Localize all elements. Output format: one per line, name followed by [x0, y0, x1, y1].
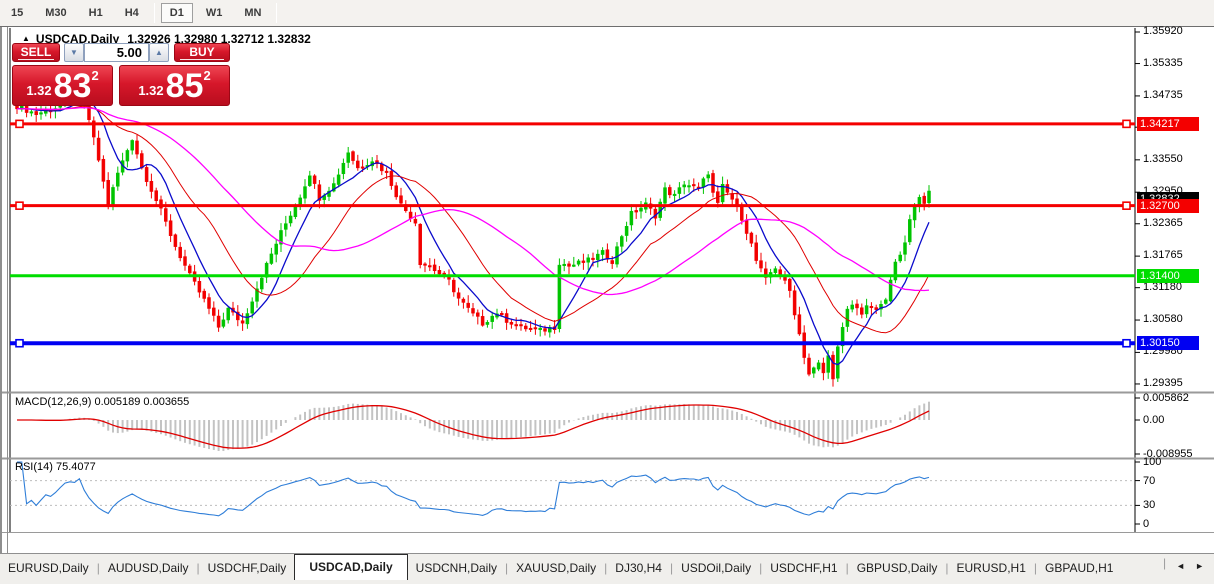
- sell-price-prefix: 1.32: [26, 83, 52, 98]
- sell-button[interactable]: SELL: [12, 43, 60, 62]
- sell-price-pip: 2: [91, 68, 99, 83]
- volume-increase-button[interactable]: ▲: [149, 43, 169, 62]
- tab-scroll-controls: | ◄ ►: [1159, 556, 1214, 580]
- chart-tab-xauusd-daily[interactable]: XAUUSD,Daily: [508, 557, 604, 580]
- chart-tab-dj30-h4[interactable]: DJ30,H4: [607, 557, 670, 580]
- timeframe-button-h4[interactable]: H4: [116, 3, 148, 23]
- timeframe-button-mn[interactable]: MN: [235, 3, 270, 23]
- sell-price-button[interactable]: 1.32 83 2: [12, 65, 113, 106]
- level-price-label: 1.32700: [1137, 199, 1199, 213]
- timeframe-button-d1[interactable]: D1: [160, 3, 193, 23]
- toolbar-separator: [276, 3, 278, 23]
- price-axis-tick: 1.31765: [1143, 249, 1183, 261]
- macd-axis-tick: 0.00: [1143, 414, 1165, 426]
- price-axis-tick: 1.30580: [1143, 313, 1183, 325]
- sell-price-main: 83: [53, 67, 92, 105]
- price-axis-tick: 1.35920: [1143, 25, 1183, 37]
- level-price-label: 1.34217: [1137, 117, 1199, 131]
- chart-tab-usdcad-daily[interactable]: USDCAD,Daily: [294, 554, 408, 580]
- buy-underline: [180, 59, 224, 60]
- buy-price-prefix: 1.32: [138, 83, 164, 98]
- sell-underline: [18, 59, 54, 60]
- price-axis-tick: 1.33550: [1143, 153, 1183, 165]
- scroll-tabs-right-button[interactable]: ►: [1195, 561, 1204, 571]
- chart-tab-usdcnh-daily[interactable]: USDCNH,Daily: [408, 557, 505, 580]
- chart-tab-usdchf-h1[interactable]: USDCHF,H1: [762, 557, 845, 580]
- chart-tab-eurusd-h1[interactable]: EURUSD,H1: [949, 557, 1034, 580]
- chart-window: ▲ USDCAD,Daily 1.32926 1.32980 1.32712 1.3…: [0, 25, 1214, 580]
- level-price-label: 1.30150: [1137, 336, 1199, 350]
- collapse-triangle-icon[interactable]: ▲: [22, 34, 30, 43]
- rsi-label: RSI(14) 75.4077: [15, 461, 96, 473]
- chart-tab-usdchf-daily[interactable]: USDCHF,Daily: [200, 557, 295, 580]
- timeframe-button-w1[interactable]: W1: [197, 3, 232, 23]
- level-price-label: 1.31400: [1137, 269, 1199, 283]
- sell-button-label: SELL: [20, 45, 52, 59]
- macd-axis-tick: 0.005862: [1143, 392, 1189, 404]
- tab-separator: |: [1163, 556, 1167, 570]
- chart-tab-bar: EURUSD,Daily | AUDUSD,Daily | USDCHF,Daily US…: [0, 553, 1214, 580]
- volume-decrease-button[interactable]: ▼: [64, 43, 84, 62]
- buy-button[interactable]: BUY: [174, 43, 230, 62]
- price-axis-tick: 1.32365: [1143, 217, 1183, 229]
- buy-button-label: BUY: [189, 45, 215, 59]
- chart-tab-gbpaud-h1[interactable]: GBPAUD,H1: [1037, 557, 1121, 580]
- mt4-window: 15 M30 H1 H4 D1 W1 MN ▲ USDCAD,Daily 1.32926 1.3…: [0, 0, 1214, 584]
- rsi-axis-tick: 70: [1143, 475, 1156, 487]
- chart-tab-eurusd-daily[interactable]: EURUSD,Daily: [0, 557, 97, 580]
- window-left-border: [7, 27, 8, 553]
- chart-tab-usdoil-daily[interactable]: USDOil,Daily: [673, 557, 759, 580]
- rsi-axis-tick: 0: [1143, 518, 1150, 530]
- rsi-axis-tick: 100: [1143, 456, 1162, 468]
- window-bottom-strip: [0, 580, 1214, 584]
- volume-input[interactable]: [84, 43, 149, 62]
- buy-price-pip: 2: [203, 68, 211, 83]
- timeframe-button-15[interactable]: 15: [2, 3, 32, 23]
- timeframe-button-h1[interactable]: H1: [80, 3, 112, 23]
- buy-price-main: 85: [165, 67, 204, 105]
- chart-tab-audusd-daily[interactable]: AUDUSD,Daily: [100, 557, 197, 580]
- price-axis-tick: 1.35335: [1143, 57, 1183, 69]
- timeframe-toolbar: 15 M30 H1 H4 D1 W1 MN: [0, 0, 1214, 27]
- toolbar-separator: [153, 3, 155, 23]
- buy-price-button[interactable]: 1.32 85 2: [119, 65, 230, 106]
- price-axis-tick: 1.34735: [1143, 89, 1183, 101]
- chart-tab-gbpusd-daily[interactable]: GBPUSD,Daily: [849, 557, 946, 580]
- timeframe-button-m30[interactable]: M30: [36, 3, 75, 23]
- scroll-tabs-left-button[interactable]: ◄: [1176, 561, 1185, 571]
- one-click-trade-widget: SELL ▼ ▲ BUY 1.32 83 2 1.32 85: [12, 43, 230, 121]
- macd-label: MACD(12,26,9) 0.005189 0.003655: [15, 396, 190, 408]
- price-axis-tick: 1.29395: [1143, 377, 1183, 389]
- rsi-axis-tick: 30: [1143, 499, 1156, 511]
